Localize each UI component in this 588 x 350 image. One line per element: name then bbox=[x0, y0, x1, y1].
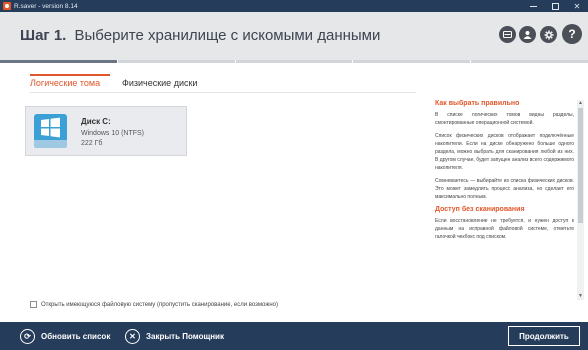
page-title: Шаг 1. Выберите хранилище с искомыми дан… bbox=[20, 27, 380, 44]
maximize-icon bbox=[551, 2, 559, 10]
open-filesystem-checkbox[interactable] bbox=[30, 301, 37, 308]
user-icon bbox=[523, 31, 532, 39]
progress-step bbox=[471, 60, 588, 63]
disk-item[interactable]: Диск С: Windows 10 (NTFS) 222 Гб bbox=[25, 106, 187, 156]
help-paragraph: В списке логических томов видны разделы,… bbox=[435, 112, 574, 126]
tab-logical-volumes[interactable]: Логические тома bbox=[30, 78, 100, 88]
wizard-progress bbox=[0, 60, 588, 63]
close-label: Закрыть Помощник bbox=[146, 332, 224, 341]
app-logo-icon bbox=[3, 2, 11, 10]
help-paragraph: Список физических дисков отображает подк… bbox=[435, 133, 574, 171]
step-title: Выберите хранилище с искомыми данными bbox=[74, 27, 381, 44]
close-wizard-button[interactable]: ✕ Закрыть Помощник bbox=[125, 329, 224, 344]
progress-step bbox=[118, 60, 236, 63]
storage-button[interactable] bbox=[499, 26, 516, 43]
scroll-thumb[interactable] bbox=[578, 108, 583, 223]
account-button[interactable] bbox=[519, 26, 536, 43]
question-icon: ? bbox=[568, 27, 576, 41]
close-icon: ✕ bbox=[573, 1, 581, 11]
wizard-header: Шаг 1. Выберите хранилище с искомыми дан… bbox=[0, 12, 588, 60]
progress-step bbox=[0, 60, 118, 63]
settings-button[interactable] bbox=[540, 26, 557, 43]
wizard-footer: ⟳ Обновить список ✕ Закрыть Помощник Про… bbox=[0, 322, 588, 350]
disk-name: Диск С: bbox=[81, 117, 111, 126]
title-bar: R.saver - version 8.14 ✕ bbox=[0, 0, 588, 12]
tab-physical-disks[interactable]: Физические диски bbox=[122, 78, 197, 88]
continue-button[interactable]: Продолжить bbox=[508, 326, 580, 346]
help-heading: Как выбрать правильно bbox=[435, 100, 520, 107]
help-panel: Как выбрать правильно В списке логически… bbox=[435, 100, 574, 300]
minimize-icon bbox=[529, 5, 537, 7]
refresh-list-button[interactable]: ⟳ Обновить список bbox=[20, 329, 110, 344]
close-window-button[interactable]: ✕ bbox=[566, 0, 588, 12]
refresh-icon: ⟳ bbox=[20, 329, 35, 344]
help-paragraph: Сомневаетесь — выбирайте из списка физич… bbox=[435, 178, 574, 200]
help-heading: Доступ без сканирования bbox=[435, 206, 525, 213]
minimize-button[interactable] bbox=[522, 0, 544, 12]
active-tab-indicator bbox=[30, 74, 110, 76]
tab-divider bbox=[30, 92, 416, 93]
disk-filesystem: Windows 10 (NTFS) bbox=[81, 130, 145, 137]
progress-step bbox=[236, 60, 354, 63]
open-filesystem-option[interactable]: Открыть имеющуюся файловую систему (проп… bbox=[30, 301, 278, 308]
close-icon: ✕ bbox=[125, 329, 140, 344]
progress-step bbox=[353, 60, 472, 63]
refresh-label: Обновить список bbox=[41, 332, 111, 341]
step-number: Шаг 1. bbox=[20, 27, 67, 44]
storage-icon bbox=[503, 31, 512, 38]
maximize-button[interactable] bbox=[544, 0, 566, 12]
help-button[interactable]: ? bbox=[562, 24, 582, 44]
scroll-down-icon[interactable]: ▼ bbox=[577, 293, 584, 300]
window-title: R.saver - version 8.14 bbox=[14, 2, 78, 10]
help-scrollbar[interactable]: ▲ ▼ bbox=[577, 100, 584, 300]
scroll-up-icon[interactable]: ▲ bbox=[577, 100, 584, 107]
checkbox-label: Открыть имеющуюся файловую систему (проп… bbox=[41, 301, 278, 308]
gear-icon bbox=[544, 30, 553, 39]
disk-size: 222 Гб bbox=[81, 140, 103, 147]
help-paragraph: Если восстановление не требуется, и нуже… bbox=[435, 218, 574, 240]
windows-logo-icon bbox=[34, 114, 67, 148]
